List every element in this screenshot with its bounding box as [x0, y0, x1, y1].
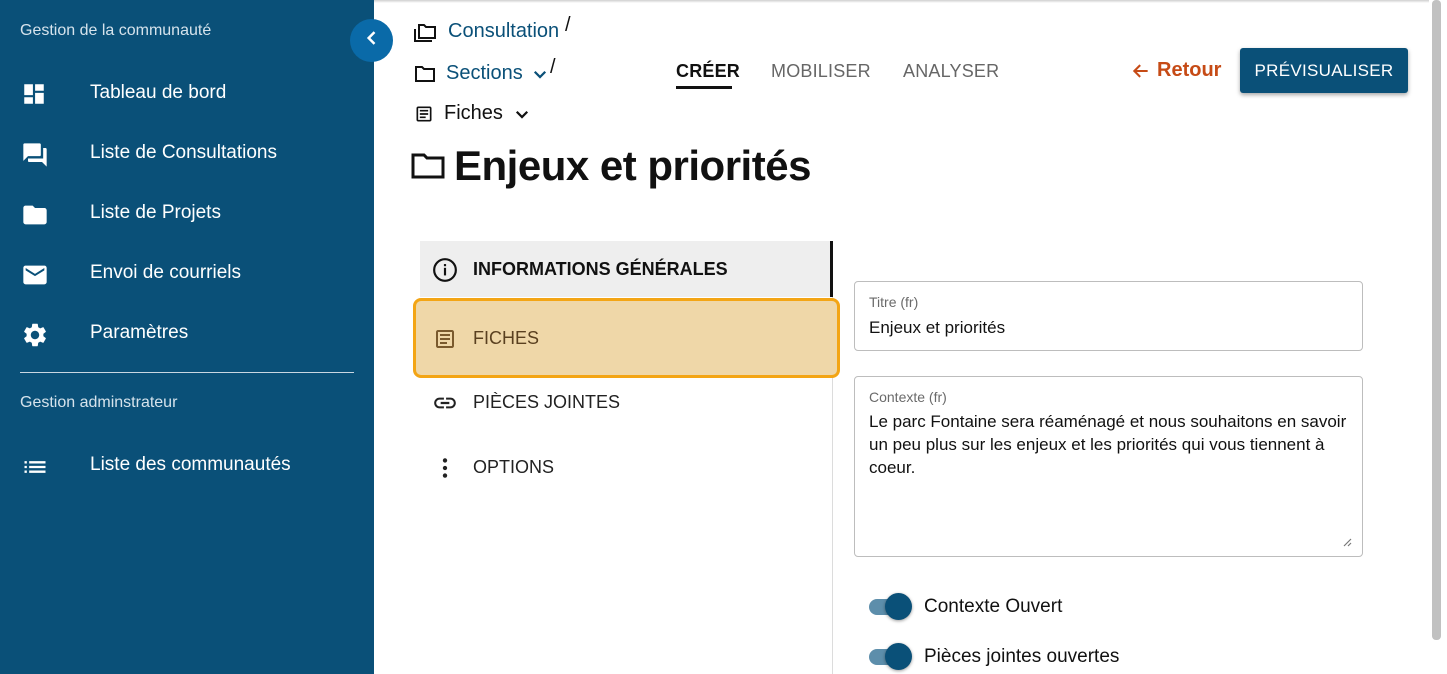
article-icon	[432, 326, 458, 352]
sidebar-item-label: Liste des communautés	[90, 454, 291, 475]
toggle-label: Pièces jointes ouvertes	[924, 646, 1120, 667]
tab-creer[interactable]: CRÉER	[676, 61, 740, 82]
separator-text: /	[550, 56, 556, 78]
sidebar-item-settings[interactable]: Paramètres	[0, 309, 374, 357]
sidebar-item-label: Liste de Projets	[90, 202, 221, 223]
nav-item-label: OPTIONS	[473, 456, 555, 477]
toggle-track[interactable]	[869, 593, 912, 620]
toggle-pieces-jointes[interactable]: Pièces jointes ouvertes	[869, 643, 1120, 670]
list-icon	[21, 453, 49, 479]
nav-item-options[interactable]: OPTIONS	[420, 437, 833, 497]
mail-icon	[21, 261, 49, 287]
nav-item-pieces-jointes[interactable]: PIÈCES JOINTES	[420, 372, 833, 432]
sidebar-item-label: Envoi de courriels	[90, 262, 242, 283]
breadcrumb-separator: /	[565, 14, 571, 37]
more-vertical-icon	[432, 455, 458, 481]
folder-outline-icon	[414, 64, 436, 84]
link-icon	[432, 390, 458, 416]
sidebar: Gestion de la communauté Tableau de bord…	[0, 0, 374, 674]
title-field-label: Titre (fr)	[869, 294, 919, 310]
breadcrumb-consultation[interactable]: Consultation	[413, 20, 559, 43]
toggle-label: Contexte Ouvert	[924, 596, 1063, 617]
nav-item-label: INFORMATIONS GÉNÉRALES	[473, 258, 728, 279]
back-button-label: Retour	[1157, 59, 1222, 81]
context-field-value[interactable]: Le parc Fontaine sera réaménagé et nous …	[869, 410, 1348, 479]
sidebar-section-admin: Gestion adminstrateur	[20, 394, 178, 411]
sidebar-item-label: Liste de Consultations	[90, 142, 277, 163]
forum-icon	[21, 141, 49, 167]
gear-icon	[21, 321, 49, 347]
folder-icon	[21, 201, 49, 227]
page-title-text: Enjeux et priorités	[454, 142, 811, 189]
chevron-left-icon	[362, 28, 382, 53]
chevron-down-icon	[513, 105, 531, 123]
section-nav: INFORMATIONS GÉNÉRALES FICHES PIÈCES JOI…	[413, 241, 840, 674]
collapse-sidebar-button[interactable]	[350, 19, 393, 62]
breadcrumb-sections[interactable]: Sections	[414, 62, 549, 85]
page-scrollbar[interactable]	[1432, 0, 1441, 640]
sidebar-item-projects[interactable]: Liste de Projets	[0, 189, 374, 237]
sidebar-item-dashboard[interactable]: Tableau de bord	[0, 69, 374, 117]
breadcrumb-fiches[interactable]: Fiches	[414, 102, 531, 125]
sidebar-item-consultations[interactable]: Liste de Consultations	[0, 129, 374, 177]
toggle-contexte-ouvert[interactable]: Contexte Ouvert	[869, 593, 1063, 620]
breadcrumb-separator: /	[550, 56, 556, 79]
arrow-left-icon	[1131, 61, 1151, 81]
preview-button[interactable]: PRÉVISUALISER	[1240, 48, 1408, 93]
title-field[interactable]: Titre (fr) Enjeux et priorités	[854, 281, 1363, 351]
breadcrumb-sections-link[interactable]: Sections	[446, 62, 523, 85]
resize-handle-icon[interactable]	[1342, 534, 1352, 552]
chevron-down-icon	[531, 65, 549, 83]
tab-analyser[interactable]: ANALYSER	[903, 61, 999, 82]
info-icon	[432, 257, 458, 283]
title-field-value[interactable]: Enjeux et priorités	[869, 316, 1348, 339]
sidebar-item-mail[interactable]: Envoi de courriels	[0, 249, 374, 297]
top-shadow	[374, 0, 1429, 3]
folders-icon	[413, 21, 438, 43]
nav-item-fiches[interactable]: FICHES	[413, 298, 840, 378]
sidebar-item-communities[interactable]: Liste des communautés	[0, 441, 374, 489]
breadcrumb-fiches-label[interactable]: Fiches	[444, 102, 503, 125]
sidebar-section-community: Gestion de la communauté	[20, 22, 212, 39]
back-button[interactable]: Retour	[1131, 59, 1221, 82]
sidebar-divider	[20, 372, 354, 373]
toggle-thumb[interactable]	[885, 643, 912, 670]
toggle-thumb[interactable]	[885, 593, 912, 620]
sidebar-item-label: Tableau de bord	[90, 82, 227, 103]
dashboard-icon	[21, 81, 49, 107]
folder-outline-icon	[410, 150, 446, 182]
nav-item-label: PIÈCES JOINTES	[473, 391, 621, 412]
nav-item-informations[interactable]: INFORMATIONS GÉNÉRALES	[420, 241, 833, 297]
toggle-track[interactable]	[869, 643, 912, 670]
breadcrumb-consultation-link[interactable]: Consultation	[448, 20, 559, 43]
context-field[interactable]: Contexte (fr) Le parc Fontaine sera réam…	[854, 376, 1363, 557]
tab-active-indicator	[676, 86, 732, 89]
article-icon	[414, 104, 434, 124]
page-title: Enjeux et priorités	[410, 142, 811, 190]
tab-mobiliser[interactable]: MOBILISER	[771, 61, 871, 82]
sidebar-item-label: Paramètres	[90, 322, 189, 343]
separator-text: /	[565, 14, 571, 36]
context-field-label: Contexte (fr)	[869, 389, 947, 405]
nav-item-label: FICHES	[473, 327, 540, 348]
